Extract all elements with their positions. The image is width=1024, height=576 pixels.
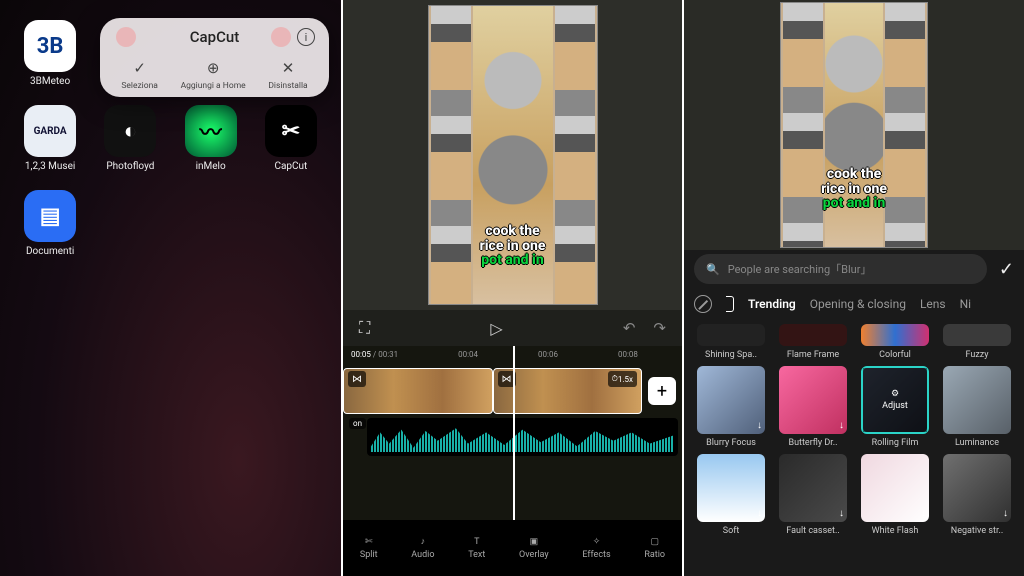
- overlay-icon: ▣: [530, 537, 539, 547]
- tool-audio[interactable]: ♪Audio: [411, 536, 434, 560]
- undo-button[interactable]: ↶: [623, 319, 636, 337]
- effects-panel: cook the rice in one pot and in 🔍 People…: [682, 0, 1024, 576]
- checkmark-icon: ✓: [130, 58, 150, 78]
- download-icon: ↓: [757, 508, 762, 519]
- adjust-icon: ⚙: [891, 389, 899, 399]
- bottom-toolbar: ✄Split ♪Audio TText ▣Overlay ✧Effects ▢R…: [343, 520, 682, 576]
- download-icon: ↓: [1003, 508, 1008, 519]
- music-icon: ♪: [421, 536, 426, 547]
- app-label: 1,2,3 Musei: [25, 161, 75, 172]
- app-label: inMelo: [196, 161, 226, 172]
- caption-overlay: cook the rice in one pot and in: [781, 167, 927, 211]
- app-inmelo[interactable]: 〰 inMelo: [173, 105, 249, 172]
- effect-flame-frame[interactable]: Flame Frame: [776, 324, 850, 360]
- tool-overlay[interactable]: ▣Overlay: [519, 537, 549, 560]
- effect-fault-cassette[interactable]: ↓Fault casset..: [776, 454, 850, 536]
- play-button[interactable]: ▷: [490, 319, 502, 338]
- fullscreen-icon[interactable]: ⛶: [359, 318, 370, 338]
- context-select[interactable]: ✓ Seleziona: [121, 58, 158, 91]
- effect-soft[interactable]: ↓Soft: [694, 454, 768, 536]
- app-label: Photofloyd: [106, 161, 154, 172]
- app-documenti[interactable]: ▤ Documenti: [12, 190, 88, 257]
- effect-negative-strip[interactable]: ↓Negative str..: [940, 454, 1014, 536]
- ratio-icon: ▢: [650, 537, 659, 547]
- home-screen-panel: 3B 3BMeteo GARDA 1,2,3 Musei ◐ Photofloy…: [0, 0, 341, 576]
- tool-split[interactable]: ✄Split: [360, 537, 378, 560]
- app-3bmeteo[interactable]: 3B 3BMeteo: [12, 20, 88, 87]
- effects-grid[interactable]: Shining Spa.. Flame Frame Colorful Fuzzy…: [684, 320, 1024, 576]
- text-icon: T: [474, 537, 479, 547]
- no-effect-icon[interactable]: [694, 295, 712, 313]
- effect-rolling-film[interactable]: ⚙AdjustRolling Film: [858, 366, 932, 448]
- effect-tabs: Trending Opening & closing Lens Ni: [684, 288, 1024, 320]
- clip-2[interactable]: ⋈ ⏱1.5x: [493, 368, 643, 414]
- speed-badge[interactable]: ⏱1.5x: [608, 371, 637, 387]
- effect-colorful[interactable]: Colorful: [858, 324, 932, 360]
- bracket-icon[interactable]: [726, 296, 734, 312]
- download-icon: ↓: [839, 420, 844, 431]
- inmelo-icon: 〰: [185, 105, 237, 157]
- effect-white-flash[interactable]: ↓White Flash: [858, 454, 932, 536]
- search-row: 🔍 People are searching「Blur」 ✓: [684, 250, 1024, 288]
- app-musei[interactable]: GARDA 1,2,3 Musei: [12, 105, 88, 172]
- confirm-button[interactable]: ✓: [999, 259, 1014, 280]
- track-label: on: [349, 418, 366, 429]
- app-label: Documenti: [26, 246, 74, 257]
- search-input[interactable]: 🔍 People are searching「Blur」: [694, 254, 987, 284]
- effect-luminance[interactable]: Luminance: [940, 366, 1014, 448]
- close-icon: ✕: [278, 58, 298, 78]
- video-preview[interactable]: cook the rice in one pot and in: [343, 0, 682, 310]
- tab-opening-closing[interactable]: Opening & closing: [810, 297, 906, 311]
- tool-ratio[interactable]: ▢Ratio: [644, 537, 665, 560]
- context-uninstall[interactable]: ✕ Disinstalla: [268, 58, 307, 91]
- musei-icon: GARDA: [24, 105, 76, 157]
- photofloyd-icon: ◐: [104, 105, 156, 157]
- effect-shining-sparkle[interactable]: Shining Spa..: [694, 324, 768, 360]
- video-frame: cook the rice in one pot and in: [428, 5, 598, 305]
- search-placeholder: People are searching「Blur」: [728, 261, 872, 277]
- download-icon: ↓: [839, 508, 844, 519]
- app-label: 3BMeteo: [30, 76, 70, 87]
- add-home-icon: ⊕: [203, 58, 223, 78]
- audio-track[interactable]: [367, 418, 678, 456]
- context-add-home[interactable]: ⊕ Aggiungi a Home: [181, 58, 246, 91]
- capcut-icon: ✂: [265, 105, 317, 157]
- download-icon: ↓: [921, 508, 926, 519]
- effects-preview[interactable]: cook the rice in one pot and in: [684, 0, 1024, 250]
- info-icon[interactable]: i: [297, 28, 315, 46]
- search-icon: 🔍: [706, 263, 720, 276]
- download-icon: ↓: [757, 420, 762, 431]
- tool-text[interactable]: TText: [468, 537, 485, 560]
- redo-button[interactable]: ↷: [653, 319, 666, 337]
- transition-icon[interactable]: ⋈: [348, 371, 366, 387]
- effect-blurry-focus[interactable]: ↓Blurry Focus: [694, 366, 768, 448]
- tool-effects[interactable]: ✧Effects: [582, 537, 610, 560]
- tab-trending[interactable]: Trending: [748, 297, 796, 311]
- scissors-icon: ✄: [365, 537, 373, 547]
- meteo-icon: 3B: [24, 20, 76, 72]
- timeline[interactable]: 00:05 / 00:31 00:04 00:06 00:08 ⋈ ⋈ ⏱1.5…: [343, 346, 682, 520]
- app-capcut[interactable]: ✂ CapCut: [253, 105, 329, 172]
- tab-lens[interactable]: Lens: [920, 297, 946, 311]
- tab-next[interactable]: Ni: [960, 297, 971, 311]
- sparkle-icon: ✧: [593, 537, 601, 547]
- add-clip-button[interactable]: +: [648, 377, 676, 405]
- context-title: CapCut: [190, 28, 239, 46]
- playhead[interactable]: [513, 346, 515, 520]
- video-frame: cook the rice in one pot and in: [780, 2, 928, 248]
- preview-controls: ⛶ ▷ ↶ ↷: [343, 310, 682, 346]
- effect-butterfly-dream[interactable]: ↓Butterfly Dr..: [776, 366, 850, 448]
- clip-1[interactable]: ⋈: [343, 368, 493, 414]
- app-photofloyd[interactable]: ◐ Photofloyd: [92, 105, 168, 172]
- docs-icon: ▤: [24, 190, 76, 242]
- caption-overlay: cook the rice in one pot and in: [429, 224, 597, 268]
- editor-panel: cook the rice in one pot and in ⛶ ▷ ↶ ↷ …: [341, 0, 682, 576]
- effect-fuzzy[interactable]: Fuzzy: [940, 324, 1014, 360]
- context-menu: CapCut i ✓ Seleziona ⊕ Aggiungi a Home ✕…: [100, 18, 329, 97]
- app-label: CapCut: [274, 161, 307, 172]
